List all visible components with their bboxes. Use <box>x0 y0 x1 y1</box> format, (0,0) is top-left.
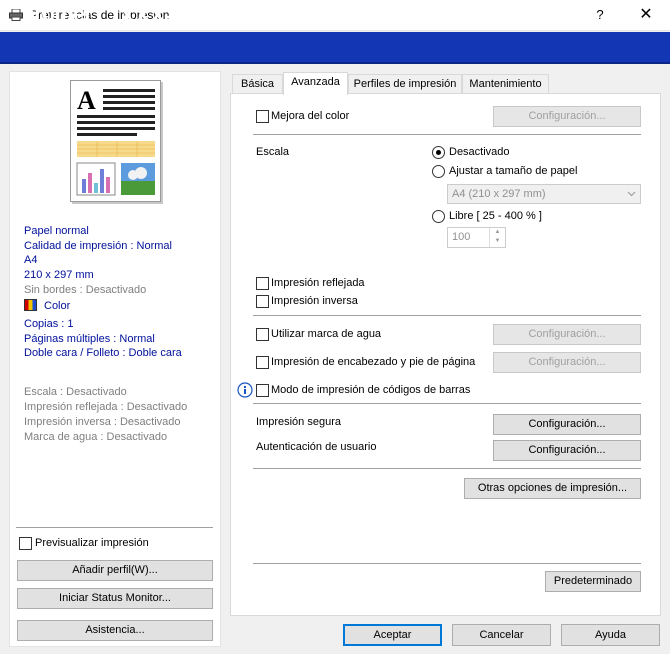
watermark-label: Utilizar marca de agua <box>271 328 382 340</box>
secure-print-config-button[interactable]: Configuración... <box>493 414 641 435</box>
summary-color: Color <box>44 300 71 312</box>
divider <box>253 315 641 316</box>
summary-paper: Papel normal <box>24 225 89 237</box>
fit-paper-size-select[interactable]: A4 (210 x 297 mm) <box>447 184 641 204</box>
divider <box>253 468 641 469</box>
scale-free-label: Libre [ 25 - 400 % ] <box>449 210 542 222</box>
barcode-mode-checkbox[interactable] <box>256 384 269 397</box>
mirror-print-checkbox[interactable] <box>256 277 269 290</box>
divider <box>253 563 641 564</box>
scale-fit-label: Ajustar a tamaño de papel <box>449 165 578 177</box>
model-name: XXX-XXXX <box>120 3 235 28</box>
scale-percent-stepper[interactable]: 100 ▲ ▼ <box>447 227 506 248</box>
document-preview-icon: A <box>76 86 155 196</box>
scale-fit-radio[interactable] <box>432 165 445 178</box>
scale-percent-value: 100 <box>452 231 471 243</box>
watermark-config-button[interactable]: Configuración... <box>493 324 641 345</box>
brand-banner <box>0 32 670 64</box>
tab-avanzada[interactable]: Avanzada <box>283 72 348 95</box>
reverse-print-checkbox[interactable] <box>256 295 269 308</box>
summary-size: A4 <box>24 254 38 266</box>
summary-watermark: Marca de agua : Desactivado <box>24 431 168 443</box>
summary-dimensions: 210 x 297 mm <box>24 269 94 281</box>
info-icon[interactable] <box>237 382 253 398</box>
accept-button[interactable]: Aceptar <box>343 624 442 646</box>
divider <box>253 134 641 135</box>
divider <box>253 403 641 404</box>
summary-duplex: Doble cara / Folleto : Doble cara <box>24 347 182 359</box>
default-button[interactable]: Predeterminado <box>545 571 641 592</box>
mirror-print-label: Impresión reflejada <box>271 277 365 289</box>
barcode-mode-label: Modo de impresión de códigos de barras <box>271 384 471 396</box>
color-enhancement-label: Mejora del color <box>271 110 350 122</box>
scale-free-radio[interactable] <box>432 210 445 223</box>
summary-scale: Escala : Desactivado <box>24 386 127 398</box>
secure-print-label: Impresión segura <box>256 416 341 428</box>
color-enhancement-checkbox[interactable] <box>256 110 269 123</box>
help-footer-button[interactable]: Ayuda <box>561 624 660 646</box>
fit-paper-size-value: A4 (210 x 297 mm) <box>452 188 546 200</box>
summary-mirror: Impresión reflejada : Desactivado <box>24 401 188 413</box>
reverse-print-label: Impresión inversa <box>271 295 358 307</box>
svg-text:A: A <box>77 86 96 115</box>
user-auth-config-button[interactable]: Configuración... <box>493 440 641 461</box>
brand-logo: brother <box>22 3 93 26</box>
help-button[interactable]: ? <box>585 4 615 26</box>
summary-reverse: Impresión inversa : Desactivado <box>24 416 181 428</box>
support-button[interactable]: Asistencia... <box>17 620 213 641</box>
color-icon <box>24 299 37 311</box>
printer-icon <box>9 9 23 21</box>
scale-label: Escala <box>256 146 290 158</box>
status-monitor-button[interactable]: Iniciar Status Monitor... <box>17 588 213 609</box>
header-footer-checkbox[interactable] <box>256 356 269 369</box>
other-options-button[interactable]: Otras opciones de impresión... <box>464 478 641 499</box>
tab-mantenimiento[interactable]: Mantenimiento <box>462 74 549 94</box>
summary-copies: Copias : 1 <box>24 318 74 330</box>
header-footer-label: Impresión de encabezado y pie de página <box>271 356 476 368</box>
page-preview-thumbnail: A <box>70 80 161 202</box>
summary-borderless: Sin bordes : Desactivado <box>24 284 147 296</box>
divider <box>16 527 213 528</box>
cancel-button[interactable]: Cancelar <box>452 624 551 646</box>
stepper-arrows[interactable]: ▲ ▼ <box>489 228 505 247</box>
summary-multipage: Páginas múltiples : Normal <box>24 333 155 345</box>
preview-label: Previsualizar impresión <box>35 537 149 549</box>
close-button[interactable]: ✕ <box>624 4 668 26</box>
tab-basica[interactable]: Básica <box>232 74 283 94</box>
header-footer-config-button[interactable]: Configuración... <box>493 352 641 373</box>
color-enhancement-config-button[interactable]: Configuración... <box>493 106 641 127</box>
scale-off-label: Desactivado <box>449 146 510 158</box>
preview-checkbox[interactable] <box>19 537 32 550</box>
summary-quality: Calidad de impresión : Normal <box>24 240 172 252</box>
tab-perfiles[interactable]: Perfiles de impresión <box>348 74 462 94</box>
user-auth-label: Autenticación de usuario <box>256 441 377 453</box>
chevron-down-icon <box>627 191 636 197</box>
watermark-checkbox[interactable] <box>256 328 269 341</box>
add-profile-button[interactable]: Añadir perfil(W)... <box>17 560 213 581</box>
scale-off-radio[interactable] <box>432 146 445 159</box>
